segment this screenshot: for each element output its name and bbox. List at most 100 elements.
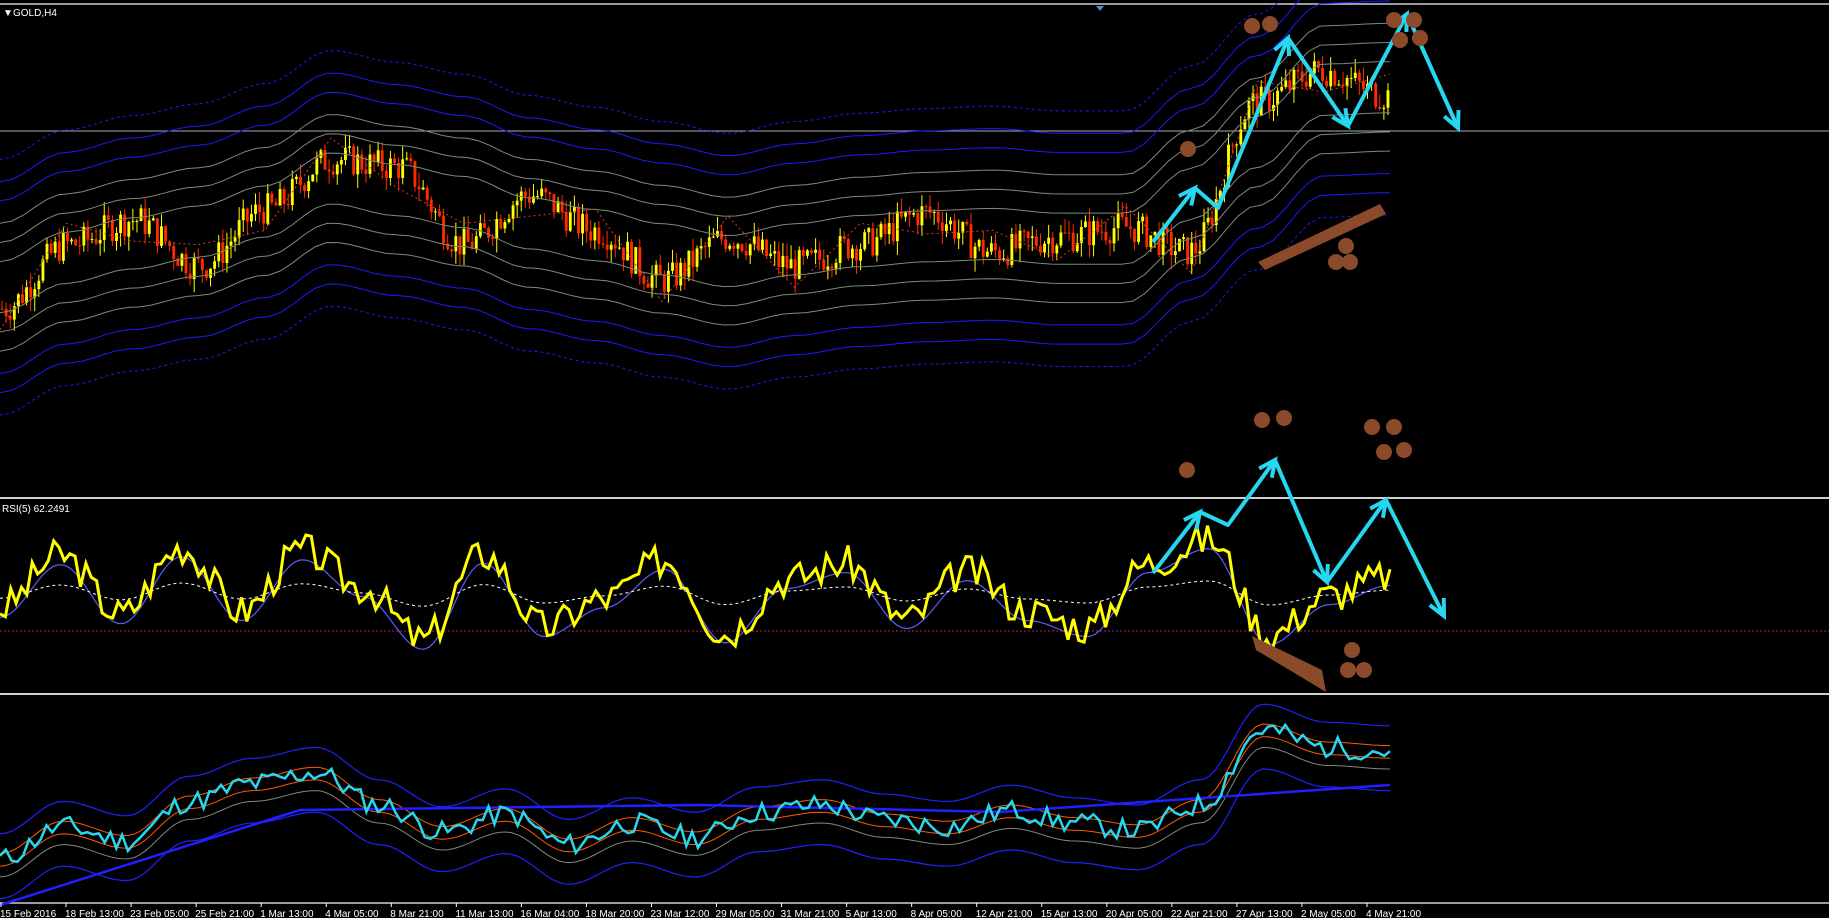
annotation-dot-marker	[1396, 442, 1412, 458]
candle-body	[973, 246, 977, 259]
candle-body	[622, 247, 625, 261]
candle-body	[855, 248, 858, 261]
candle-body	[1325, 80, 1329, 87]
candle-body	[237, 220, 241, 238]
time-tick-label: 1 Mar 13:00	[260, 909, 314, 918]
time-tick-label: 25 Feb 21:00	[195, 909, 254, 918]
candle-body	[1149, 235, 1153, 248]
candle-body	[151, 218, 155, 221]
candle-body	[724, 239, 728, 249]
annotation-dot-marker	[1406, 12, 1422, 28]
candle-body	[1088, 221, 1091, 246]
candle-body	[1108, 240, 1112, 244]
candle-body	[748, 244, 752, 256]
candle-body	[98, 240, 102, 244]
candle-body	[327, 169, 331, 172]
candle-body	[1092, 221, 1096, 246]
candle-body	[221, 242, 225, 263]
time-tick-label: 15 Apr 13:00	[1041, 909, 1098, 918]
candle-body	[1386, 90, 1390, 108]
candle-body	[1194, 242, 1198, 254]
candle-body	[671, 262, 674, 271]
candle-body	[826, 266, 830, 270]
candle-body	[131, 221, 135, 223]
annotation-dot-marker	[1338, 238, 1354, 254]
candle-body	[581, 213, 585, 234]
candle-body	[789, 259, 793, 269]
candle-body	[1034, 236, 1038, 246]
candle-body	[887, 223, 891, 235]
candle-body	[1043, 243, 1046, 253]
candle-body	[650, 275, 654, 288]
candle-body	[1026, 231, 1030, 238]
menu-marker-icon[interactable]: ▼	[3, 8, 13, 19]
candle-body	[184, 253, 188, 274]
candle-body	[66, 233, 69, 242]
candle-body	[736, 244, 740, 249]
candle-body	[658, 264, 662, 275]
annotation-dot-marker	[1356, 662, 1372, 678]
candle-body	[765, 239, 768, 256]
candle-body	[969, 224, 973, 259]
candle-body	[1206, 217, 1210, 223]
candle-body	[421, 187, 425, 190]
candle-body	[155, 218, 159, 246]
symbol-title: GOLD,H4	[13, 8, 57, 19]
candle-body	[1239, 129, 1243, 145]
candle-body	[1173, 251, 1177, 256]
candle-body	[1382, 107, 1386, 109]
candle-body	[45, 243, 49, 260]
candle-body	[1145, 216, 1149, 248]
annotation-dot-marker	[1386, 419, 1402, 435]
candle-body	[781, 255, 785, 267]
candle-body	[135, 220, 139, 222]
annotation-dot-marker	[1412, 30, 1428, 46]
candle-body	[777, 251, 781, 267]
candle-body	[1018, 230, 1022, 249]
time-tick-label: 18 Mar 20:00	[585, 909, 644, 918]
candle-body	[442, 215, 446, 244]
candle-body	[1276, 90, 1280, 105]
candle-body	[536, 196, 540, 198]
candle-body	[805, 250, 809, 256]
candle-body	[666, 270, 670, 292]
candle-body	[523, 191, 527, 197]
candle-body	[413, 161, 417, 187]
candle-body	[1304, 81, 1308, 87]
candle-body	[172, 246, 176, 259]
chart-canvas[interactable]: ▼ GOLD,H4 RSI(5) 62.2491 15 Feb 2016 18 F…	[0, 0, 1829, 918]
candle-body	[16, 294, 20, 307]
candle-body	[229, 241, 233, 246]
time-tick-label: 5 Apr 13:00	[846, 909, 898, 918]
candle-body	[822, 259, 826, 270]
candle-body	[1022, 230, 1026, 232]
candle-body	[830, 266, 834, 269]
candle-body	[949, 220, 952, 225]
candle-body	[348, 146, 351, 148]
candle-body	[810, 250, 813, 253]
candle-body	[8, 316, 12, 320]
candle-body	[846, 239, 850, 259]
candle-body	[417, 186, 421, 190]
candle-body	[1079, 226, 1083, 244]
rsi-title: RSI(5) 62.2491	[2, 504, 70, 515]
candle-body	[532, 196, 535, 203]
candle-body	[540, 188, 544, 197]
time-tick-label: 31 Mar 21:00	[781, 909, 840, 918]
annotation-dot-marker	[1392, 32, 1408, 48]
candle-body	[127, 222, 131, 237]
candle-body	[838, 236, 842, 263]
candle-body	[266, 193, 270, 224]
candle-body	[78, 245, 82, 247]
candle-body	[209, 268, 212, 278]
candle-body	[998, 250, 1002, 260]
time-tick-label: 4 Mar 05:00	[325, 909, 379, 918]
candle-body	[94, 238, 98, 244]
candle-body	[29, 287, 33, 298]
candle-body	[1133, 228, 1136, 242]
annotation-dot-marker	[1364, 419, 1380, 435]
candle-body	[311, 174, 315, 182]
candle-body	[732, 245, 736, 249]
candle-body	[1039, 245, 1042, 253]
candle-body	[1329, 70, 1333, 87]
